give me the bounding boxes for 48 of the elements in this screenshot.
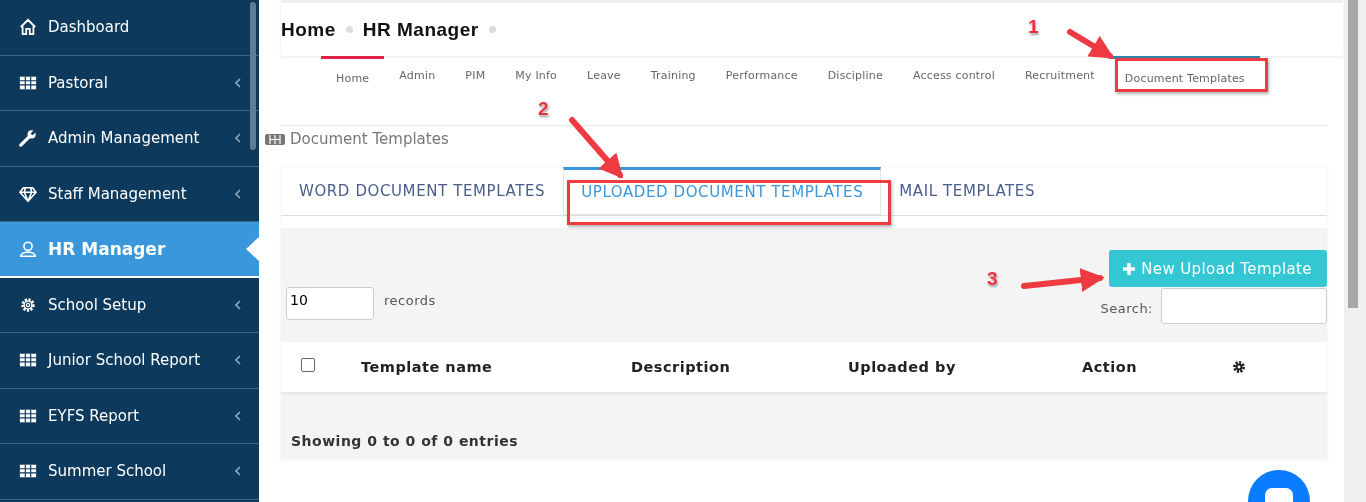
sidebar-item[interactable]: EYFS Report	[0, 388, 259, 444]
annotation-arrow	[569, 117, 624, 179]
sidebar-item[interactable]: Summer School	[0, 444, 259, 500]
nav-tab[interactable]: Leave	[572, 56, 636, 92]
template-icon	[265, 133, 285, 145]
breadcrumb-item: HR Manager	[362, 18, 479, 41]
nav-tab[interactable]: PIM	[450, 56, 501, 92]
nav-tab[interactable]: Recruitment	[1010, 56, 1110, 92]
nav-tab[interactable]: Discipline	[812, 56, 898, 92]
active-pointer	[246, 236, 259, 261]
records-label: records	[384, 292, 436, 308]
step-number: 1	[1028, 16, 1039, 38]
tab[interactable]: WORD DOCUMENT TEMPLATES	[281, 167, 564, 215]
nav-tab[interactable]: My Info	[500, 56, 573, 92]
column-header[interactable]: Uploaded by	[848, 359, 1082, 375]
nav-tab[interactable]: Document Templates	[1109, 56, 1260, 95]
scrollbar[interactable]	[250, 2, 256, 150]
nav-tab[interactable]: Performance	[710, 56, 813, 92]
search-label: Search:	[1100, 301, 1153, 316]
nav-tab[interactable]: Access control	[897, 56, 1010, 92]
wrench-icon	[19, 129, 37, 148]
search-field[interactable]	[1161, 287, 1327, 324]
breadcrumb-separator	[345, 26, 353, 33]
breadcrumb-separator	[488, 26, 496, 33]
scrollbar[interactable]	[1348, 0, 1358, 308]
select-all-checkbox[interactable]	[301, 358, 315, 372]
home-icon	[19, 18, 37, 37]
step-number: 3	[987, 268, 998, 290]
gear-icon	[19, 295, 37, 314]
nav-tab[interactable]: Home	[321, 56, 385, 95]
column-header[interactable]: Template name	[361, 359, 631, 375]
step-number: 2	[538, 98, 549, 120]
section-title: Document Templates	[290, 130, 449, 148]
user-icon	[19, 239, 37, 258]
settings-icon[interactable]	[1232, 360, 1246, 374]
column-header[interactable]: Description	[631, 359, 848, 375]
diamond-icon	[19, 184, 37, 203]
page-length-field[interactable]: 10	[286, 286, 374, 320]
plus-icon	[1123, 262, 1136, 275]
sidebar-item[interactable]: Junior School Report	[0, 333, 259, 389]
breadcrumb-item[interactable]: Home	[281, 18, 336, 41]
column-header[interactable]: Action	[1082, 359, 1232, 375]
nav-tab[interactable]: Training	[635, 56, 711, 92]
sidebar-item[interactable]: School Setup	[0, 277, 259, 333]
entries-info: Showing 0 to 0 of 0 entries	[291, 433, 520, 449]
tab[interactable]: MAIL TEMPLATES	[881, 167, 1054, 215]
nav-tab[interactable]: Admin	[384, 56, 451, 92]
annotation-arrow	[1067, 29, 1115, 59]
